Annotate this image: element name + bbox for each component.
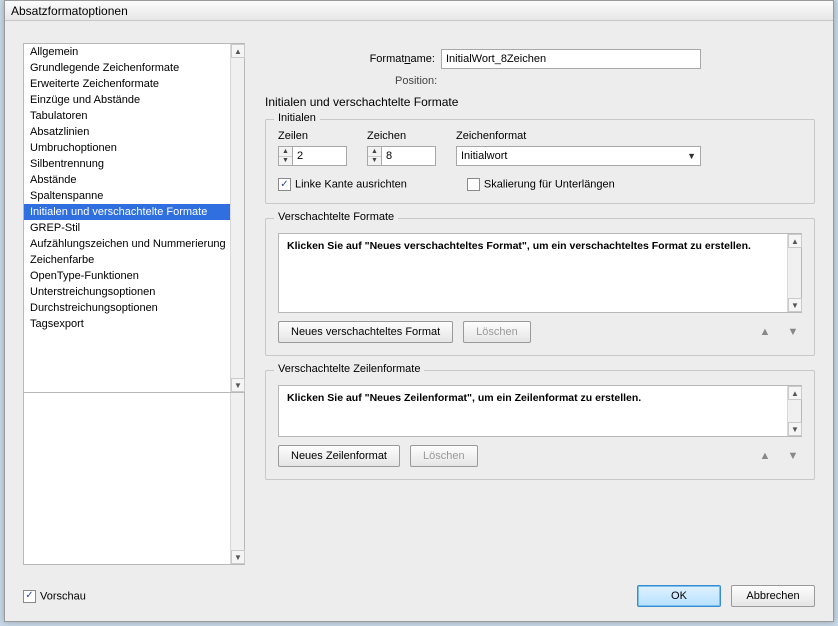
spinner-up-icon[interactable]: ▲ <box>279 147 292 157</box>
zeichen-input[interactable] <box>381 146 436 166</box>
sidebar-item[interactable]: Unterstreichungsoptionen <box>24 284 230 300</box>
zeichenformat-label: Zeichenformat <box>456 130 802 142</box>
sidebar-item[interactable]: Allgemein <box>24 44 230 60</box>
line-formats-hint: Klicken Sie auf "Neues Zeilenformat", um… <box>279 386 801 410</box>
checkbox-icon <box>23 590 36 603</box>
zeilen-spinner[interactable]: ▲▼ <box>278 146 347 166</box>
nested-formats-list[interactable]: Klicken Sie auf "Neues verschachteltes F… <box>278 233 802 313</box>
sidebar-item[interactable]: Abstände <box>24 172 230 188</box>
formatname-input[interactable] <box>441 49 701 69</box>
section-title: Initialen und verschachtelte Formate <box>265 95 815 109</box>
sidebar-item[interactable]: Silbentrennung <box>24 156 230 172</box>
group-nested-legend: Verschachtelte Formate <box>274 211 398 223</box>
scroll-down-icon[interactable]: ▼ <box>231 550 245 564</box>
move-up-icon[interactable]: ▲ <box>756 447 774 465</box>
list-scrollbar[interactable]: ▲▼ <box>787 386 801 436</box>
checkbox-skalierung[interactable]: Skalierung für Unterlängen <box>467 178 615 191</box>
sidebar-scrollbar[interactable]: ▲ ▼ <box>230 44 244 392</box>
zeichen-label: Zeichen <box>367 130 436 142</box>
scroll-down-icon[interactable]: ▼ <box>788 298 802 312</box>
delete-nested-format-button[interactable]: Löschen <box>463 321 531 343</box>
move-up-icon[interactable]: ▲ <box>756 323 774 341</box>
line-formats-list[interactable]: Klicken Sie auf "Neues Zeilenformat", um… <box>278 385 802 437</box>
position-label: Position: <box>265 73 815 89</box>
checkbox-icon <box>278 178 291 191</box>
chevron-down-icon: ▼ <box>687 151 696 161</box>
category-sidebar: AllgemeinGrundlegende ZeichenformateErwe… <box>23 43 245 565</box>
list-scrollbar[interactable]: ▲▼ <box>787 234 801 312</box>
scroll-down-icon[interactable]: ▼ <box>788 422 802 436</box>
ok-button[interactable]: OK <box>637 585 721 607</box>
zeilen-input[interactable] <box>292 146 347 166</box>
sidebar-preview-area: ▼ <box>24 392 244 564</box>
preview-scrollbar[interactable]: ▼ <box>230 393 244 564</box>
delete-line-format-button[interactable]: Löschen <box>410 445 478 467</box>
preview-checkbox[interactable]: Vorschau <box>23 590 86 603</box>
scroll-up-icon[interactable]: ▲ <box>231 44 245 58</box>
move-down-icon[interactable]: ▼ <box>784 447 802 465</box>
sidebar-item[interactable]: Spaltenspanne <box>24 188 230 204</box>
new-nested-format-button[interactable]: Neues verschachteltes Format <box>278 321 453 343</box>
sidebar-item[interactable]: Tagsexport <box>24 316 230 332</box>
nested-formats-hint: Klicken Sie auf "Neues verschachteltes F… <box>279 234 801 258</box>
spinner-down-icon[interactable]: ▼ <box>279 157 292 166</box>
sidebar-item[interactable]: Absatzlinien <box>24 124 230 140</box>
move-down-icon[interactable]: ▼ <box>784 323 802 341</box>
sidebar-item[interactable]: GREP-Stil <box>24 220 230 236</box>
new-line-format-button[interactable]: Neues Zeilenformat <box>278 445 400 467</box>
sidebar-item[interactable]: Grundlegende Zeichenformate <box>24 60 230 76</box>
zeichenformat-combo[interactable]: Initialwort ▼ <box>456 146 701 166</box>
sidebar-item[interactable]: Umbruchoptionen <box>24 140 230 156</box>
dialog-title: Absatzformatoptionen <box>5 1 833 21</box>
group-lineformats-legend: Verschachtelte Zeilenformate <box>274 363 424 375</box>
sidebar-item[interactable]: OpenType-Funktionen <box>24 268 230 284</box>
sidebar-item[interactable]: Zeichenfarbe <box>24 252 230 268</box>
sidebar-item[interactable]: Aufzählungszeichen und Nummerierung <box>24 236 230 252</box>
formatname-label: Formatname: <box>265 53 435 65</box>
zeichenformat-value: Initialwort <box>461 150 507 162</box>
sidebar-item[interactable]: Initialen und verschachtelte Formate <box>24 204 230 220</box>
scroll-up-icon[interactable]: ▲ <box>788 386 802 400</box>
checkbox-linke-kante[interactable]: Linke Kante ausrichten <box>278 178 407 191</box>
group-line-formats: Verschachtelte Zeilenformate Klicken Sie… <box>265 370 815 480</box>
zeilen-label: Zeilen <box>278 130 347 142</box>
spinner-down-icon[interactable]: ▼ <box>368 157 381 166</box>
group-initialen-legend: Initialen <box>274 112 320 124</box>
spinner-up-icon[interactable]: ▲ <box>368 147 381 157</box>
sidebar-item[interactable]: Einzüge und Abstände <box>24 92 230 108</box>
group-nested-formats: Verschachtelte Formate Klicken Sie auf "… <box>265 218 815 356</box>
zeichen-spinner[interactable]: ▲▼ <box>367 146 436 166</box>
group-initialen: Initialen Zeilen ▲▼ Zeichen <box>265 119 815 204</box>
dialog-paragraph-style-options: Absatzformatoptionen AllgemeinGrundlegen… <box>4 0 834 622</box>
scroll-down-icon[interactable]: ▼ <box>231 378 245 392</box>
sidebar-item[interactable]: Tabulatoren <box>24 108 230 124</box>
scroll-up-icon[interactable]: ▲ <box>788 234 802 248</box>
checkbox-icon <box>467 178 480 191</box>
cancel-button[interactable]: Abbrechen <box>731 585 815 607</box>
sidebar-item[interactable]: Durchstreichungsoptionen <box>24 300 230 316</box>
sidebar-item[interactable]: Erweiterte Zeichenformate <box>24 76 230 92</box>
